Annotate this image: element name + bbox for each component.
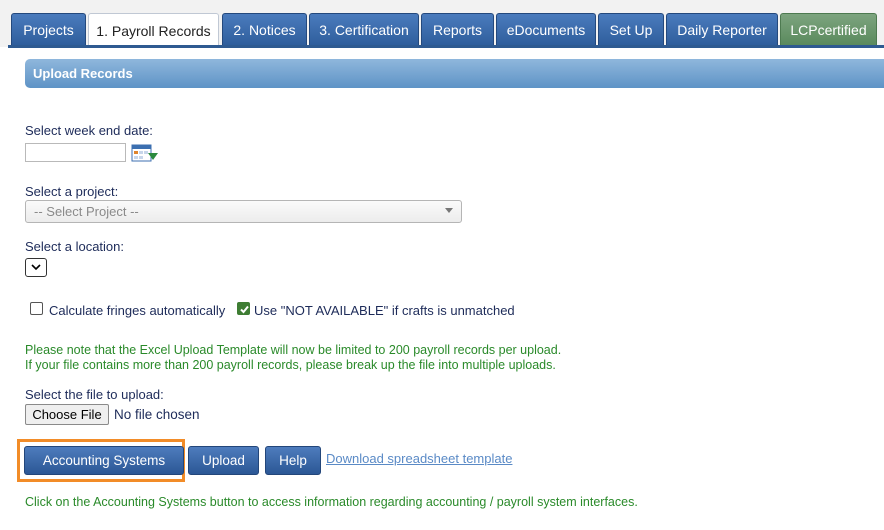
accounting-systems-button[interactable]: Accounting Systems xyxy=(24,446,184,475)
calc-fringes-checkbox[interactable] xyxy=(30,302,43,315)
limit-notice-line2: If your file contains more than 200 payr… xyxy=(25,358,556,372)
calendar-icon[interactable] xyxy=(131,143,159,163)
tab-bar: Projects 1. Payroll Records 2. Notices 3… xyxy=(0,0,884,48)
tab-daily-reporter[interactable]: Daily Reporter xyxy=(666,13,778,45)
location-select[interactable] xyxy=(25,258,47,277)
limit-notice-line1: Please note that the Excel Upload Templa… xyxy=(25,343,562,357)
not-available-label: Use "NOT AVAILABLE" if crafts is unmatch… xyxy=(254,303,515,318)
chevron-down-icon xyxy=(31,264,41,271)
section-title: Upload Records xyxy=(33,66,133,81)
location-label: Select a location: xyxy=(25,239,125,254)
tab-bar-underline xyxy=(8,45,884,48)
accounting-info-note: Click on the Accounting Systems button t… xyxy=(25,495,638,509)
choose-file-button[interactable]: Choose File xyxy=(25,404,109,425)
upload-button[interactable]: Upload xyxy=(188,446,259,475)
tab-reports[interactable]: Reports xyxy=(421,13,494,45)
tab-payroll-records[interactable]: 1. Payroll Records xyxy=(88,13,219,48)
tab-lcpcertified[interactable]: LCPcertified xyxy=(780,13,877,45)
project-label: Select a project: xyxy=(25,184,119,199)
tab-projects[interactable]: Projects xyxy=(11,13,86,45)
not-available-checkbox[interactable] xyxy=(237,302,250,315)
download-template-link[interactable]: Download spreadsheet template xyxy=(326,451,512,466)
week-end-date-input[interactable] xyxy=(25,143,126,162)
tab-certification[interactable]: 3. Certification xyxy=(309,13,419,45)
no-file-chosen-text: No file chosen xyxy=(114,407,200,422)
tab-notices[interactable]: 2. Notices xyxy=(222,13,307,45)
help-button[interactable]: Help xyxy=(265,446,321,475)
chevron-down-icon xyxy=(445,208,453,213)
file-upload-label: Select the file to upload: xyxy=(25,387,164,402)
tab-edocuments[interactable]: eDocuments xyxy=(496,13,596,45)
check-icon xyxy=(240,305,249,314)
tab-setup[interactable]: Set Up xyxy=(598,13,664,45)
project-select[interactable]: -- Select Project -- xyxy=(25,200,462,223)
week-end-label: Select week end date: xyxy=(25,123,153,138)
calc-fringes-label: Calculate fringes automatically xyxy=(49,303,226,318)
section-header: Upload Records xyxy=(25,59,884,88)
project-select-value: -- Select Project -- xyxy=(34,204,139,219)
